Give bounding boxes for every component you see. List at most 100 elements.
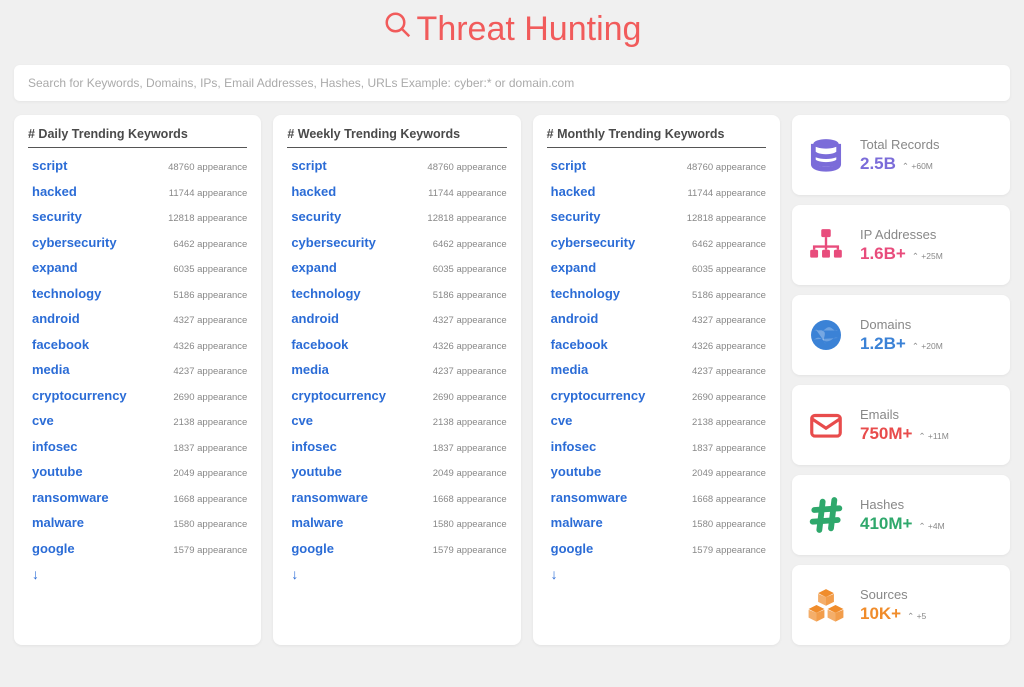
keyword-link[interactable]: malware (291, 515, 343, 530)
stat-value: 10K+⌃ +5 (860, 604, 926, 624)
stat-card-envelope[interactable]: Emails750M+⌃ +11M (792, 385, 1010, 465)
keyword-row: hacked 11744 appearance (32, 184, 247, 199)
keyword-link[interactable]: hacked (291, 184, 336, 199)
keyword-link[interactable]: cryptocurrency (32, 388, 127, 403)
globe-icon (806, 315, 846, 355)
keyword-link[interactable]: media (551, 362, 589, 377)
keyword-row: cybersecurity6462 appearance (32, 235, 247, 250)
keyword-link[interactable]: expand (291, 260, 337, 275)
keyword-link[interactable]: expand (32, 260, 78, 275)
keyword-link[interactable]: script (551, 158, 586, 173)
keyword-row: media4237 appearance (32, 362, 247, 377)
show-more-arrow[interactable]: ↓ (291, 566, 506, 582)
stat-delta: ⌃ +60M (902, 161, 933, 172)
stat-card-cubes[interactable]: Sources10K+⌃ +5 (792, 565, 1010, 645)
keyword-count: 1579 appearance (173, 545, 247, 556)
weekly-keywords-panel: # Weekly Trending Keywords script48760 a… (273, 115, 520, 645)
keyword-link[interactable]: technology (551, 286, 620, 301)
keyword-link[interactable]: cryptocurrency (291, 388, 386, 403)
stat-delta: ⌃ +5 (907, 611, 926, 622)
keyword-link[interactable]: security (32, 209, 82, 224)
keyword-row: expand6035 appearance (32, 260, 247, 275)
stat-card-hash[interactable]: Hashes410M+⌃ +4M (792, 475, 1010, 555)
keyword-link[interactable]: security (291, 209, 341, 224)
stat-card-database[interactable]: Total Records2.5B⌃ +60M (792, 115, 1010, 195)
title-text: Threat Hunting (417, 10, 642, 49)
keyword-count: 1668 appearance (433, 494, 507, 505)
keyword-link[interactable]: cve (32, 413, 54, 428)
keyword-count: 11744 appearance (169, 188, 248, 199)
keyword-count: 4327 appearance (433, 315, 507, 326)
show-more-arrow[interactable]: ↓ (32, 566, 247, 582)
keyword-link[interactable]: facebook (551, 337, 608, 352)
keyword-row: youtube 2049 appearance (32, 464, 247, 479)
stat-label: Hashes (860, 497, 945, 512)
keyword-link[interactable]: malware (551, 515, 603, 530)
keyword-link[interactable]: google (291, 541, 334, 556)
keyword-count: 1580 appearance (173, 519, 247, 530)
keyword-row: expand6035 appearance (291, 260, 506, 275)
keyword-link[interactable]: cybersecurity (291, 235, 376, 250)
keyword-link[interactable]: cve (551, 413, 573, 428)
keyword-row: ransomware1668 appearance (32, 490, 247, 505)
keyword-row: media 4237 appearance (551, 362, 766, 377)
keyword-count: 2049 appearance (433, 468, 507, 479)
keyword-link[interactable]: malware (32, 515, 84, 530)
keyword-count: 2049 appearance (173, 468, 247, 479)
keyword-link[interactable]: media (32, 362, 70, 377)
keyword-row: infosec1837 appearance (551, 439, 766, 454)
keyword-link[interactable]: android (551, 311, 599, 326)
keyword-link[interactable]: youtube (32, 464, 83, 479)
stat-label: Emails (860, 407, 949, 422)
keyword-count: 4237 appearance (692, 366, 766, 377)
keyword-link[interactable]: google (32, 541, 75, 556)
stat-card-globe[interactable]: Domains1.2B+⌃ +20M (792, 295, 1010, 375)
keyword-count: 4327 appearance (692, 315, 766, 326)
keyword-link[interactable]: android (291, 311, 339, 326)
keyword-row: ransomware1668 appearance (551, 490, 766, 505)
cubes-icon (806, 585, 846, 625)
keyword-link[interactable]: infosec (32, 439, 78, 454)
keyword-count: 4237 appearance (433, 366, 507, 377)
search-input[interactable] (14, 65, 1010, 101)
keyword-link[interactable]: youtube (551, 464, 602, 479)
keyword-link[interactable]: expand (551, 260, 597, 275)
keyword-link[interactable]: ransomware (32, 490, 109, 505)
keyword-row: hacked11744 appearance (291, 184, 506, 199)
keyword-link[interactable]: cybersecurity (32, 235, 117, 250)
keyword-link[interactable]: facebook (291, 337, 348, 352)
keyword-link[interactable]: cybersecurity (551, 235, 636, 250)
keyword-link[interactable]: technology (32, 286, 101, 301)
keyword-list: script48760 appearancehacked11744 appear… (547, 158, 766, 582)
keyword-row: technology5186 appearance (551, 286, 766, 301)
keyword-count: 2138 appearance (692, 417, 766, 428)
keyword-link[interactable]: infosec (551, 439, 597, 454)
keyword-link[interactable]: media (291, 362, 329, 377)
keyword-count: 48760 appearance (427, 162, 506, 173)
keyword-link[interactable]: ransomware (291, 490, 368, 505)
keyword-count: 1579 appearance (433, 545, 507, 556)
keyword-link[interactable]: cve (291, 413, 313, 428)
keyword-link[interactable]: facebook (32, 337, 89, 352)
keyword-count: 5186 appearance (173, 290, 247, 301)
keyword-link[interactable]: script (32, 158, 67, 173)
keyword-count: 12818 appearance (687, 213, 766, 224)
keyword-count: 12818 appearance (168, 213, 247, 224)
keyword-link[interactable]: hacked (32, 184, 77, 199)
keyword-link[interactable]: security (551, 209, 601, 224)
keyword-link[interactable]: ransomware (551, 490, 628, 505)
stat-card-sitemap[interactable]: IP Addresses1.6B+⌃ +25M (792, 205, 1010, 285)
show-more-arrow[interactable]: ↓ (551, 566, 766, 582)
keyword-link[interactable]: google (551, 541, 594, 556)
hash-icon (806, 495, 846, 535)
keyword-link[interactable]: youtube (291, 464, 342, 479)
keyword-link[interactable]: script (291, 158, 326, 173)
keyword-link[interactable]: technology (291, 286, 360, 301)
keyword-link[interactable]: android (32, 311, 80, 326)
keyword-row: cve2138 appearance (291, 413, 506, 428)
keyword-count: 2690 appearance (433, 392, 507, 403)
keyword-link[interactable]: hacked (551, 184, 596, 199)
keyword-link[interactable]: cryptocurrency (551, 388, 646, 403)
keyword-link[interactable]: infosec (291, 439, 337, 454)
envelope-icon (806, 405, 846, 445)
